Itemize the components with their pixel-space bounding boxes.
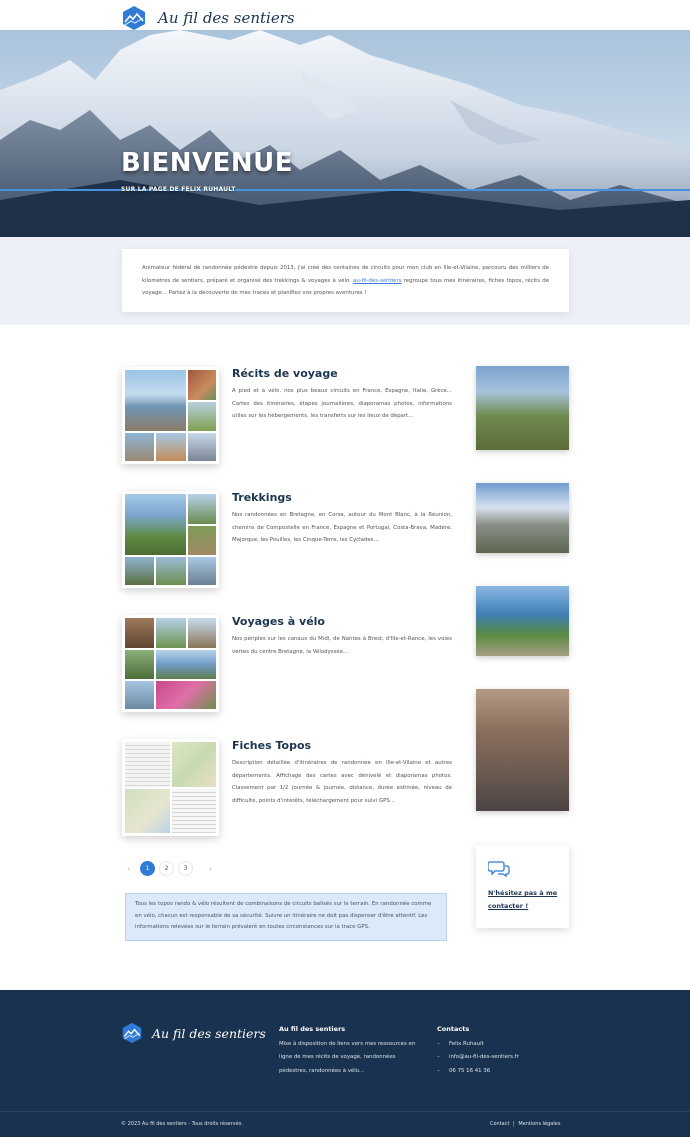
- intro-site-link[interactable]: au-fil-des-sentiers: [353, 278, 402, 284]
- article-thumbnail-mosaic[interactable]: [122, 739, 219, 836]
- footer-logo[interactable]: Au fil des sentiers: [121, 1022, 266, 1044]
- mountain-logo-icon: [122, 1022, 142, 1044]
- article-thumbnail-mosaic[interactable]: [122, 615, 219, 712]
- photo-tile: [188, 370, 216, 400]
- photo-tile: [156, 650, 216, 679]
- chat-bubbles-icon: [488, 861, 510, 878]
- photo-tile: [125, 494, 186, 555]
- article-title[interactable]: Voyages à vélo: [232, 615, 325, 628]
- footer-copyright: © 2023 Au fil des sentiers - Tous droits…: [121, 1121, 243, 1127]
- safety-notice: Tous les topos rando & vélo résultent de…: [125, 893, 447, 941]
- topo-sheet-tile: [172, 789, 216, 833]
- photo-tile: [125, 618, 154, 648]
- map-tile: [125, 789, 170, 833]
- photo-hikers-mountains[interactable]: [476, 483, 569, 553]
- photo-tile: [156, 618, 186, 648]
- pagination-next[interactable]: ›: [203, 861, 218, 876]
- article-title[interactable]: Trekkings: [232, 491, 292, 504]
- footer-links: Contact | Mentions légales: [490, 1121, 560, 1127]
- map-tile: [172, 742, 216, 787]
- top-header: Au fil des sentiers: [0, 0, 690, 30]
- mountain-landscape-image: [0, 30, 690, 237]
- pagination-page-1[interactable]: 1: [140, 861, 155, 876]
- footer-divider: [0, 1111, 690, 1112]
- footer-contacts-list: – Felix Ruhault – info@au-fil-des-sentiers…: [437, 1038, 519, 1078]
- site-name: Au fil des sentiers: [158, 9, 295, 27]
- article-excerpt: Nos randonnées en Bretagne, en Corse, au…: [232, 512, 452, 543]
- photo-tile: [125, 681, 154, 709]
- article-excerpt: Description détaillée d'itinéraires de r…: [232, 760, 452, 804]
- article-thumbnail-mosaic[interactable]: [122, 367, 219, 464]
- photo-cyclists-station[interactable]: [476, 689, 569, 811]
- footer-contact-name: – Felix Ruhault: [437, 1041, 484, 1047]
- photo-tile: [188, 557, 216, 585]
- pagination-page-3[interactable]: 3: [178, 861, 193, 876]
- intro-card: Animateur fédéral de randonnée pédestre …: [122, 249, 569, 312]
- photo-tile: [125, 370, 186, 431]
- article-title[interactable]: Fiches Topos: [232, 739, 311, 752]
- hero-banner: BIENVENUE SUR LA PAGE DE FELIX RUHAULT: [0, 30, 690, 237]
- pagination: ‹ 1 2 3 ›: [121, 861, 222, 876]
- photo-tile: [188, 402, 216, 431]
- site-logo[interactable]: Au fil des sentiers: [121, 5, 295, 31]
- photo-tile: [188, 494, 216, 524]
- site-footer: Au fil des sentiers Au fil des sentiers …: [0, 990, 690, 1137]
- footer-about-title: Au fil des sentiers: [279, 1025, 346, 1033]
- topo-sheet-tile: [125, 742, 170, 787]
- photo-tile: [156, 557, 186, 585]
- footer-contact-email[interactable]: – info@au-fil-des-sentiers.fr: [437, 1051, 519, 1064]
- photo-tile: [188, 433, 216, 461]
- hero-title: BIENVENUE: [121, 148, 294, 178]
- photo-coastal-hike[interactable]: [476, 586, 569, 656]
- article-thumbnail-mosaic[interactable]: [122, 491, 219, 588]
- contact-cta-box[interactable]: N'hésitez pas à me contacter !: [476, 845, 569, 928]
- contact-link[interactable]: N'hésitez pas à me contacter !: [488, 887, 560, 913]
- photo-tile: [188, 618, 216, 648]
- photo-tile: [125, 557, 154, 585]
- article-excerpt: Nos périples sur les canaux du Midi, de …: [232, 636, 452, 655]
- article-excerpt: A pied et à vélo, nos plus beaux circuit…: [232, 388, 452, 419]
- footer-link-contact[interactable]: Contact: [490, 1121, 509, 1127]
- photo-tile: [125, 650, 154, 679]
- footer-link-legal[interactable]: Mentions légales: [518, 1121, 560, 1127]
- mountain-logo-icon: [123, 6, 145, 30]
- intro-section: Animateur fédéral de randonnée pédestre …: [0, 237, 690, 325]
- photo-tile: [156, 433, 186, 461]
- article-title[interactable]: Récits de voyage: [232, 367, 338, 380]
- hero-divider: [0, 189, 690, 191]
- hero-subtitle: SUR LA PAGE DE FELIX RUHAULT: [121, 186, 236, 193]
- photo-tile: [156, 681, 216, 709]
- footer-about-text: Mise à disposition de liens vers mes res…: [279, 1041, 416, 1074]
- footer-contact-phone[interactable]: –06 75 16 41 36: [437, 1065, 519, 1078]
- footer-site-name: Au fil des sentiers: [152, 1025, 266, 1041]
- footer-link-separator: |: [513, 1121, 515, 1127]
- pagination-prev[interactable]: ‹: [121, 861, 136, 876]
- photo-hikers-signpost[interactable]: [476, 366, 569, 450]
- footer-contacts-title: Contacts: [437, 1025, 470, 1033]
- pagination-page-2[interactable]: 2: [159, 861, 174, 876]
- photo-tile: [125, 433, 154, 461]
- photo-tile: [188, 526, 216, 555]
